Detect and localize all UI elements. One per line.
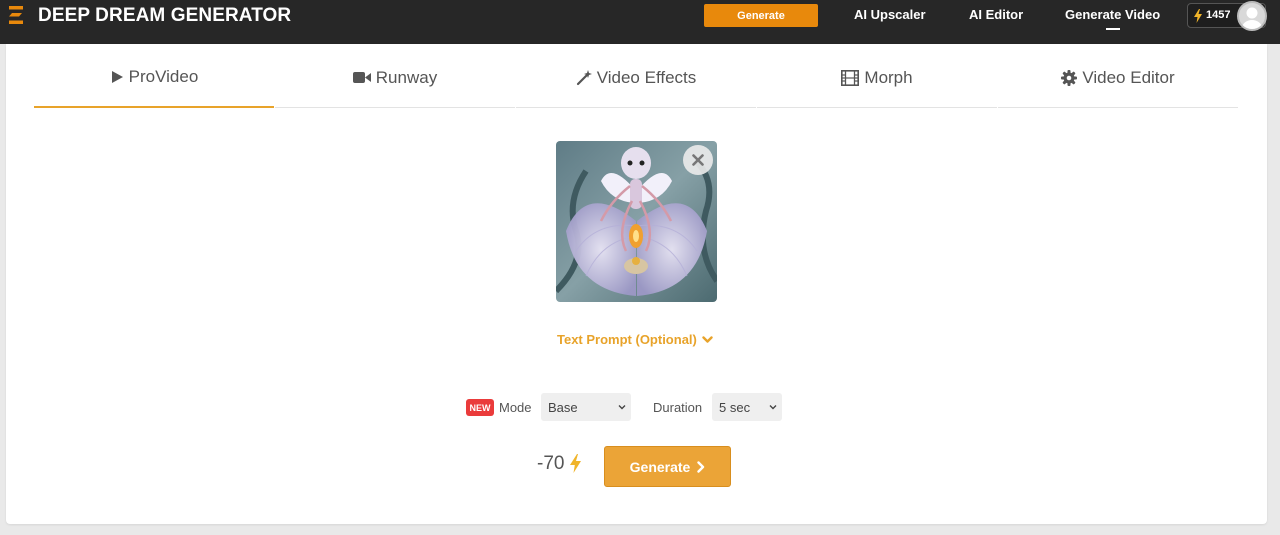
header-generate-button[interactable]: Generate <box>704 4 818 27</box>
new-badge: NEW <box>466 399 494 416</box>
tab-video-effects[interactable]: Video Effects <box>516 48 756 108</box>
mode-value: Base <box>548 399 578 415</box>
close-icon <box>692 154 704 166</box>
remove-image-button[interactable] <box>683 145 713 175</box>
lightning-icon <box>1194 9 1202 23</box>
play-icon <box>111 71 123 83</box>
mode-label: Mode <box>499 400 532 415</box>
tab-label: Video Editor <box>1082 67 1175 87</box>
chevron-right-icon <box>697 460 705 473</box>
text-prompt-toggle[interactable]: Text Prompt (Optional) <box>557 332 713 347</box>
generate-button-label: Generate <box>629 458 691 475</box>
nav-ai-editor[interactable]: AI Editor <box>969 7 1023 22</box>
mode-select[interactable]: Base <box>541 393 631 421</box>
text-prompt-label: Text Prompt (Optional) <box>557 332 697 347</box>
tab-video-editor[interactable]: Video Editor <box>998 48 1238 108</box>
user-avatar-icon <box>1242 7 1262 29</box>
tab-label: Morph <box>864 67 913 87</box>
duration-select[interactable]: 5 sec <box>712 393 782 421</box>
chevron-down-icon <box>618 405 626 410</box>
tab-label: ProVideo <box>128 67 199 86</box>
nav-generate-video[interactable]: Generate Video <box>1065 7 1160 22</box>
duration-value: 5 sec <box>719 399 751 415</box>
credit-cost: -70 <box>537 453 565 474</box>
film-icon <box>841 69 860 86</box>
generate-button[interactable]: Generate <box>604 446 731 487</box>
video-camera-icon <box>352 72 371 83</box>
nav-ai-upscaler[interactable]: AI Upscaler <box>854 7 926 22</box>
tab-runway[interactable]: Runway <box>275 48 515 108</box>
tab-morph[interactable]: Morph <box>757 48 997 108</box>
chevron-down-icon <box>702 335 713 343</box>
credits-count: 1457 <box>1206 9 1231 21</box>
avatar[interactable] <box>1237 1 1267 31</box>
logo-icon[interactable] <box>8 5 26 25</box>
active-nav-indicator <box>1106 28 1120 30</box>
video-tabs: ProVideo Runway Video Effects Morph Vide… <box>34 48 1238 109</box>
magic-wand-icon <box>576 69 592 85</box>
tab-provideo[interactable]: ProVideo <box>34 48 274 108</box>
chevron-down-icon <box>769 405 777 410</box>
tab-label: Video Effects <box>596 67 697 87</box>
tab-label: Runway <box>375 67 438 87</box>
lightning-icon <box>570 454 581 473</box>
gear-icon <box>1061 69 1078 86</box>
brand-title[interactable]: DEEP DREAM GENERATOR <box>38 5 291 27</box>
top-navigation-bar: DEEP DREAM GENERATOR Generate AI Upscale… <box>0 0 1280 44</box>
duration-label: Duration <box>653 400 703 415</box>
